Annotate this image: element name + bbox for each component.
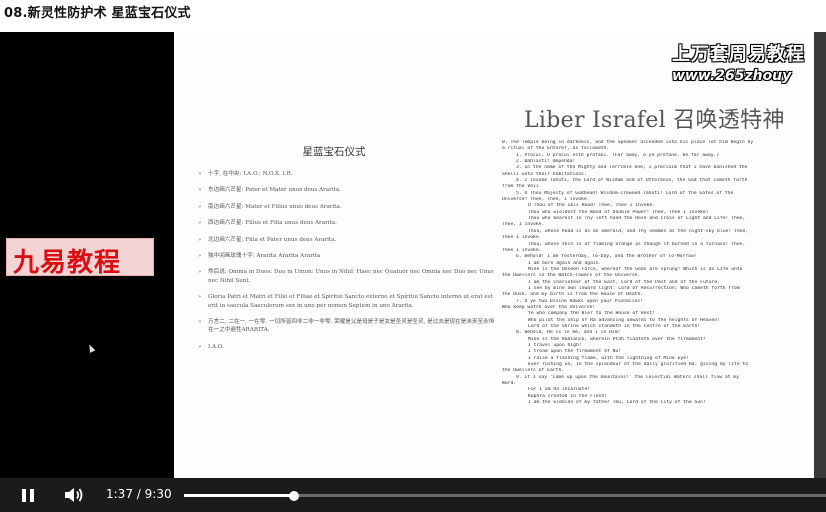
video-title: 08.新灵性防护术 星蓝宝石仪式 <box>4 6 191 21</box>
ritual-title: 星蓝宝石仪式 <box>302 146 366 158</box>
frame-edge <box>814 32 826 478</box>
ritual-item: 然后说: Omnia in Duos: Duo in Unum: Unus in… <box>198 268 498 285</box>
logo-badge: 九易教程 <box>6 238 154 278</box>
video-frame: 星蓝宝石仪式 十字, 在中央: I.A.O.; N.O.X. I.R. 东边画六芒… <box>174 32 814 478</box>
ritual-item: Gloria Patri et Matri et Filio et Filiae… <box>198 293 498 310</box>
ritual-item: I.A.O. <box>198 343 498 352</box>
progress-fill <box>184 494 295 497</box>
ritual-list: 十字, 在中央: I.A.O.; N.O.X. I.R. 东边画六芒星: Pate… <box>198 170 498 359</box>
time-display: 1:37 / 9:30 <box>106 487 172 501</box>
volume-icon <box>65 488 83 502</box>
control-bar: 1:37 / 9:30 <box>0 478 826 512</box>
liber-text: 0. The Temple being in darkness, and the… <box>502 140 802 406</box>
logo-text: 九易教程 <box>13 248 122 278</box>
play-pause-button[interactable] <box>16 484 40 506</box>
pause-icon <box>22 488 34 502</box>
ritual-item: 南边画六芒星: Mater et Filius unus deus Ararit… <box>198 203 498 212</box>
ritual-item: 西边画六芒星: Filius et Filia unus deus Ararit… <box>198 219 498 228</box>
ritual-item: 东边画六芒星: Pater et Mater unus deus Ararita… <box>198 186 498 195</box>
watermark-url: www.265zhouy <box>672 68 792 84</box>
mouse-cursor-icon <box>86 343 96 353</box>
watermark-text: 上万套周易教程 <box>672 44 805 65</box>
ritual-item: 十字, 在中央: I.A.O.; N.O.X. I.R. <box>198 170 498 179</box>
ritual-item: 北边画六芒星: Filia et Pater unus deus Ararita… <box>198 236 498 245</box>
progress-bar[interactable] <box>184 491 826 501</box>
time-separator: / <box>136 487 141 501</box>
ritual-item: 万言二, 二在一, 一在零, 一切所皆四非二非一非零. 荣耀是父是母是子是女是圣… <box>198 318 498 335</box>
volume-button[interactable] <box>62 484 86 506</box>
title-bar: 08.新灵性防护术 星蓝宝石仪式 <box>0 0 826 22</box>
progress-thumb[interactable] <box>289 491 300 501</box>
time-total: 9:30 <box>144 487 172 501</box>
time-current: 1:37 <box>106 487 133 501</box>
video-player[interactable]: 星蓝宝石仪式 十字, 在中央: I.A.O.; N.O.X. I.R. 东边画六芒… <box>0 32 826 512</box>
ritual-item: 独中间画玫瑰十字: Ararita Ararita Ararita <box>198 252 498 261</box>
liber-line: I am the Eidolon of my father Tmu, Lord … <box>528 400 706 406</box>
liber-title: Liber Israfel 召唤透特神 <box>524 108 785 133</box>
